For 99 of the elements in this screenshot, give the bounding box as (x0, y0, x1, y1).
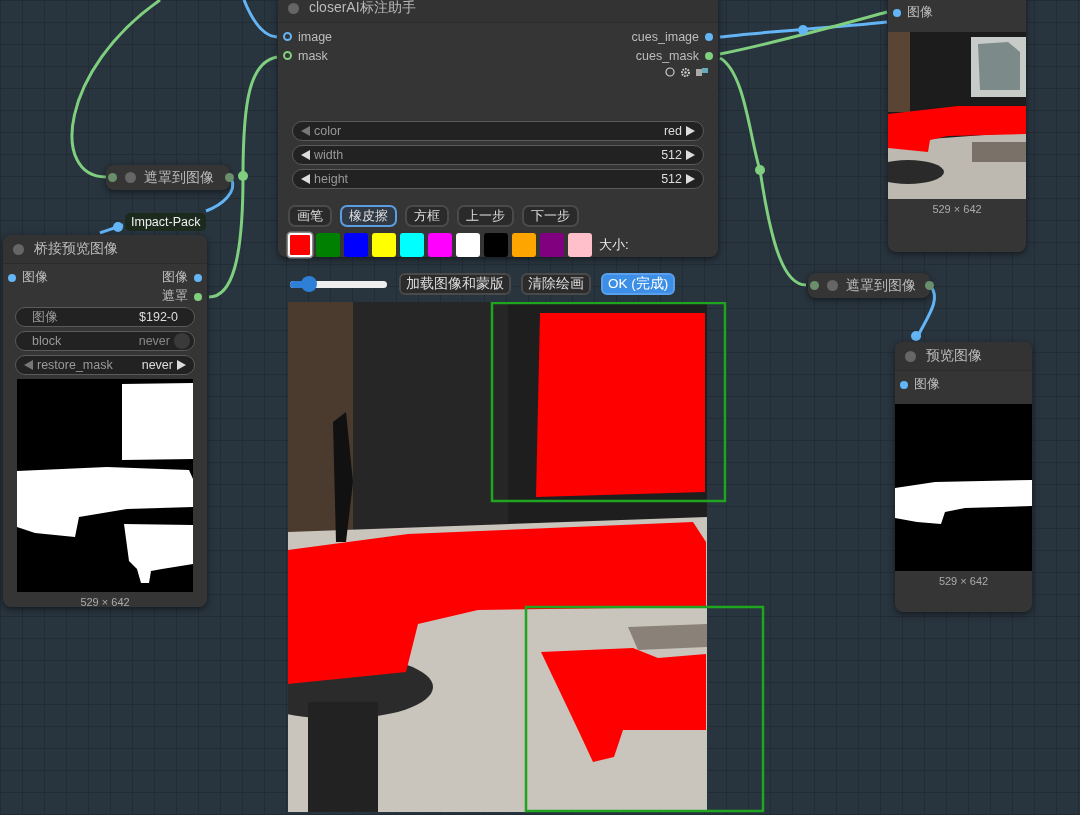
right-arrow-icon[interactable] (686, 150, 695, 160)
status-dot (905, 350, 916, 362)
widget-field[interactable]: height 512 (292, 169, 704, 189)
widget-value: never (138, 334, 170, 348)
color-swatch[interactable] (400, 233, 424, 257)
connection-wire[interactable] (719, 56, 807, 287)
port-label: 图像 (907, 4, 933, 21)
status-dot (288, 2, 299, 14)
widget-field[interactable]: width 512 (292, 145, 704, 165)
widget-toggle[interactable]: block never (15, 331, 195, 351)
node-title: 遮罩到图像 (846, 276, 917, 295)
widget-label: color (314, 124, 342, 138)
connection-wire[interactable] (99, 223, 124, 235)
widget-field[interactable]: restore_mask never (15, 355, 195, 375)
node-title: 遮罩到图像 (144, 168, 215, 187)
output-port[interactable] (925, 281, 934, 290)
gear-icon[interactable] (680, 66, 691, 78)
color-swatch[interactable] (456, 233, 480, 257)
node-badge: Impact-Pack (125, 213, 207, 231)
node-title-bar[interactable]: 预览图像 (895, 342, 1032, 371)
image-icon[interactable] (696, 67, 708, 77)
widget-field[interactable]: 图像 $192-0 (15, 307, 195, 327)
color-swatch[interactable] (484, 233, 508, 257)
port-label: 遮罩 (162, 288, 188, 305)
tool-button[interactable]: 画笔 (288, 205, 332, 227)
port-label: cues_image (631, 29, 699, 44)
image-size-label: 529 × 642 (937, 575, 990, 587)
output-port[interactable] (225, 173, 234, 182)
color-swatch[interactable] (568, 233, 592, 257)
node-title: 桥接预览图像 (34, 240, 118, 258)
right-arrow-icon[interactable] (177, 360, 186, 370)
port-label: 图像 (162, 269, 188, 286)
port-label: 图像 (914, 376, 940, 393)
widget-value: red (663, 124, 682, 138)
action-button[interactable]: 加载图像和蒙版 (399, 273, 511, 295)
color-swatch[interactable] (540, 233, 564, 257)
output-port[interactable] (194, 273, 202, 282)
input-port[interactable] (283, 32, 292, 41)
status-dot (13, 243, 24, 255)
selection-frame[interactable] (490, 302, 727, 503)
tool-button[interactable]: 上一步 (457, 205, 514, 227)
right-arrow-icon[interactable] (686, 174, 695, 184)
left-arrow-icon[interactable] (301, 150, 310, 160)
status-dot (125, 172, 136, 183)
input-port[interactable] (900, 380, 908, 389)
reroute-dot[interactable] (238, 171, 248, 181)
widget-value: 512 (661, 172, 682, 186)
color-swatch[interactable] (288, 233, 312, 257)
output-port[interactable] (705, 51, 713, 60)
image-size-label: 529 × 642 (931, 203, 983, 215)
toggle-knob[interactable] (174, 333, 190, 349)
connection-wire[interactable] (719, 20, 888, 39)
port-label: image (298, 29, 333, 44)
input-port[interactable] (283, 51, 292, 60)
node-title-bar[interactable]: closerAI标注助手 (278, 0, 718, 23)
connection-wire[interactable] (719, 10, 888, 56)
image-size-label: 529 × 642 (79, 596, 131, 608)
node-title: closerAI标注助手 (309, 0, 416, 17)
input-port[interactable] (810, 281, 819, 290)
action-button[interactable]: 清除绘画 (521, 273, 591, 295)
output-port[interactable] (705, 32, 713, 41)
widget-value: $192-0 (139, 310, 178, 324)
reroute-dot[interactable] (911, 331, 921, 341)
widget-label: height (314, 172, 349, 186)
widget-value: 512 (661, 148, 682, 162)
tool-button[interactable]: 方框 (405, 205, 449, 227)
right-arrow-icon[interactable] (686, 126, 695, 136)
status-dot (827, 280, 838, 291)
color-swatch[interactable] (372, 233, 396, 257)
widget-label: width (314, 148, 344, 162)
port-label: cues_mask (635, 48, 699, 63)
port-label: 图像 (22, 269, 48, 286)
input-port[interactable] (8, 273, 16, 282)
reroute-dot[interactable] (798, 25, 808, 35)
color-swatch[interactable] (344, 233, 368, 257)
node-title: 预览图像 (926, 347, 982, 365)
color-swatch[interactable] (316, 233, 340, 257)
port-label: mask (298, 48, 328, 63)
node-title-bar[interactable]: 桥接预览图像 (3, 235, 207, 264)
color-swatch[interactable] (428, 233, 452, 257)
circle-icon[interactable] (665, 67, 675, 77)
slider-thumb[interactable] (301, 275, 318, 292)
output-port[interactable] (194, 292, 202, 301)
widget-value: never (141, 358, 173, 372)
input-port[interactable] (893, 8, 901, 17)
left-arrow-icon[interactable] (301, 174, 310, 184)
selection-frame[interactable] (524, 605, 765, 813)
size-label: 大小: (599, 236, 629, 254)
input-port[interactable] (108, 173, 117, 182)
widget-label: 图像 (32, 308, 58, 326)
widget-field[interactable]: color red (292, 121, 704, 141)
connection-wire[interactable] (242, 0, 278, 39)
widget-label: restore_mask (37, 358, 113, 372)
tool-button[interactable]: 下一步 (522, 205, 579, 227)
widget-label: block (32, 334, 62, 348)
tool-button[interactable]: 橡皮擦 (340, 205, 397, 227)
color-swatch[interactable] (512, 233, 536, 257)
reroute-dot[interactable] (755, 165, 765, 175)
reroute-dot[interactable] (113, 222, 123, 232)
